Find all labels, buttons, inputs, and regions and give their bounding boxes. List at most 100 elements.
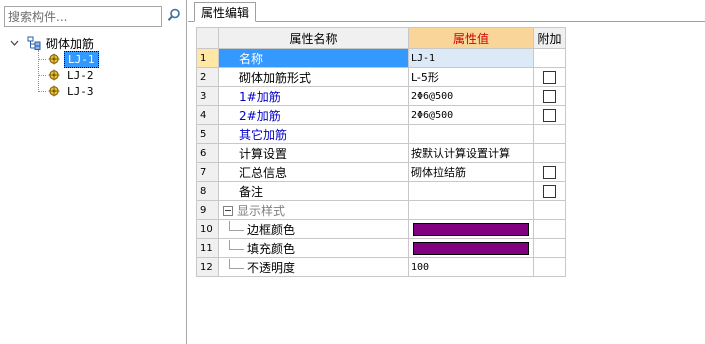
search-button[interactable]	[164, 6, 184, 27]
table-row[interactable]: 6 计算设置 按默认计算设置计算	[196, 143, 566, 163]
property-name-label: 填充颜色	[247, 241, 296, 256]
addon-cell	[533, 257, 566, 277]
table-row[interactable]: 10 边框颜色	[196, 219, 566, 239]
search-input[interactable]	[5, 7, 158, 26]
tree-branch	[38, 58, 46, 60]
property-value-cell[interactable]: 砌体拉结筋	[408, 162, 534, 182]
addon-cell	[533, 105, 566, 125]
column-header-name[interactable]: 属性名称	[218, 27, 409, 49]
table-row[interactable]: 4 2#加筋 2Φ6@500	[196, 105, 566, 125]
tree-item-label: LJ-2	[67, 68, 94, 82]
addon-cell	[533, 162, 566, 182]
property-value-cell[interactable]: LJ-1	[408, 48, 534, 68]
search-icon	[167, 8, 181, 25]
property-value-cell[interactable]	[408, 124, 534, 144]
table-row[interactable]: 5 其它加筋	[196, 124, 566, 144]
addon-cell	[533, 124, 566, 144]
tree-branch	[229, 220, 244, 231]
addon-cell	[533, 200, 566, 220]
property-name-cell[interactable]: 其它加筋	[218, 124, 409, 144]
tab-label: 属性编辑	[201, 5, 250, 20]
addon-cell	[533, 86, 566, 106]
row-number: 9	[196, 200, 219, 220]
property-name-cell[interactable]: 砌体加筋形式	[218, 67, 409, 87]
column-header-addon[interactable]: 附加	[533, 27, 566, 49]
property-group-label: 显示样式	[237, 203, 286, 218]
component-tree-panel: 砌体加筋 LJ-1 LJ-2 LJ-3	[0, 0, 187, 344]
property-value-cell[interactable]	[408, 181, 534, 201]
property-value-cell[interactable]	[408, 219, 534, 239]
folder-tree-icon	[27, 36, 42, 50]
tree-branch	[38, 74, 46, 76]
addon-cell	[533, 238, 566, 258]
row-number: 12	[196, 257, 219, 277]
table-row[interactable]: 1 名称 LJ-1	[196, 48, 566, 68]
tree-branch	[38, 90, 46, 92]
collapse-chevron-icon[interactable]	[10, 40, 22, 46]
property-value-cell[interactable]: 2Φ6@500	[408, 86, 534, 106]
grid-header-row: 属性名称 属性值 附加	[196, 27, 566, 49]
addon-cell	[533, 67, 566, 87]
addon-checkbox[interactable]	[543, 185, 556, 198]
rebar-component-icon	[48, 69, 60, 81]
property-name-cell[interactable]: 备注	[218, 181, 409, 201]
property-value-cell[interactable]	[408, 238, 534, 258]
property-name-label: 边框颜色	[247, 222, 296, 237]
row-number: 2	[196, 67, 219, 87]
row-number: 8	[196, 181, 219, 201]
border-color-swatch[interactable]	[413, 222, 529, 236]
search-box	[4, 6, 162, 27]
addon-cell	[533, 181, 566, 201]
row-number-header	[196, 27, 219, 49]
table-row[interactable]: 2 砌体加筋形式 L-5形	[196, 67, 566, 87]
table-row[interactable]: 9 显示样式	[196, 200, 566, 220]
property-name-label: 不透明度	[247, 260, 296, 275]
row-number: 3	[196, 86, 219, 106]
row-number: 6	[196, 143, 219, 163]
table-row[interactable]: 12 不透明度 100	[196, 257, 566, 277]
collapse-minus-icon[interactable]	[223, 206, 233, 216]
property-name-cell[interactable]: 1#加筋	[218, 86, 409, 106]
row-number: 4	[196, 105, 219, 125]
property-value-cell[interactable]: L-5形	[408, 67, 534, 87]
table-row[interactable]: 8 备注	[196, 181, 566, 201]
table-row[interactable]: 3 1#加筋 2Φ6@500	[196, 86, 566, 106]
tree-root-label: 砌体加筋	[46, 36, 95, 51]
tab-strip: 属性编辑	[188, 0, 705, 22]
rebar-component-icon	[48, 85, 60, 97]
table-row[interactable]: 7 汇总信息 砌体拉结筋	[196, 162, 566, 182]
fill-color-swatch[interactable]	[413, 241, 529, 255]
row-number: 7	[196, 162, 219, 182]
property-name-cell[interactable]: 计算设置	[218, 143, 409, 163]
tree-branch	[229, 239, 244, 250]
property-name-cell[interactable]: 不透明度	[218, 257, 409, 277]
tree-item-label: LJ-1	[64, 50, 99, 68]
property-value-cell[interactable]: 2Φ6@500	[408, 105, 534, 125]
addon-checkbox[interactable]	[543, 166, 556, 179]
property-name-cell[interactable]: 2#加筋	[218, 105, 409, 125]
property-group-cell[interactable]: 显示样式	[218, 200, 409, 220]
tree-item-label: LJ-3	[67, 84, 94, 98]
property-name-cell[interactable]: 名称	[218, 48, 409, 68]
addon-checkbox[interactable]	[543, 71, 556, 84]
addon-checkbox[interactable]	[543, 109, 556, 122]
tree-item-lj-3[interactable]: LJ-3	[38, 83, 97, 99]
column-header-value[interactable]: 属性值	[408, 27, 534, 49]
addon-cell	[533, 219, 566, 239]
tab-property-edit[interactable]: 属性编辑	[194, 2, 257, 22]
property-value-cell[interactable]: 100	[408, 257, 534, 277]
property-name-cell[interactable]: 边框颜色	[218, 219, 409, 239]
row-number: 10	[196, 219, 219, 239]
tree-root-node[interactable]: 砌体加筋	[10, 35, 94, 51]
tree-branch	[229, 258, 244, 269]
addon-cell	[533, 143, 566, 163]
property-name-cell[interactable]: 填充颜色	[218, 238, 409, 258]
addon-cell	[533, 48, 566, 68]
property-value-cell[interactable]: 按默认计算设置计算	[408, 143, 534, 163]
row-number: 5	[196, 124, 219, 144]
tree-item-lj-1[interactable]: LJ-1	[38, 50, 99, 68]
tree-item-lj-2[interactable]: LJ-2	[38, 67, 97, 83]
table-row[interactable]: 11 填充颜色	[196, 238, 566, 258]
addon-checkbox[interactable]	[543, 90, 556, 103]
property-name-cell[interactable]: 汇总信息	[218, 162, 409, 182]
